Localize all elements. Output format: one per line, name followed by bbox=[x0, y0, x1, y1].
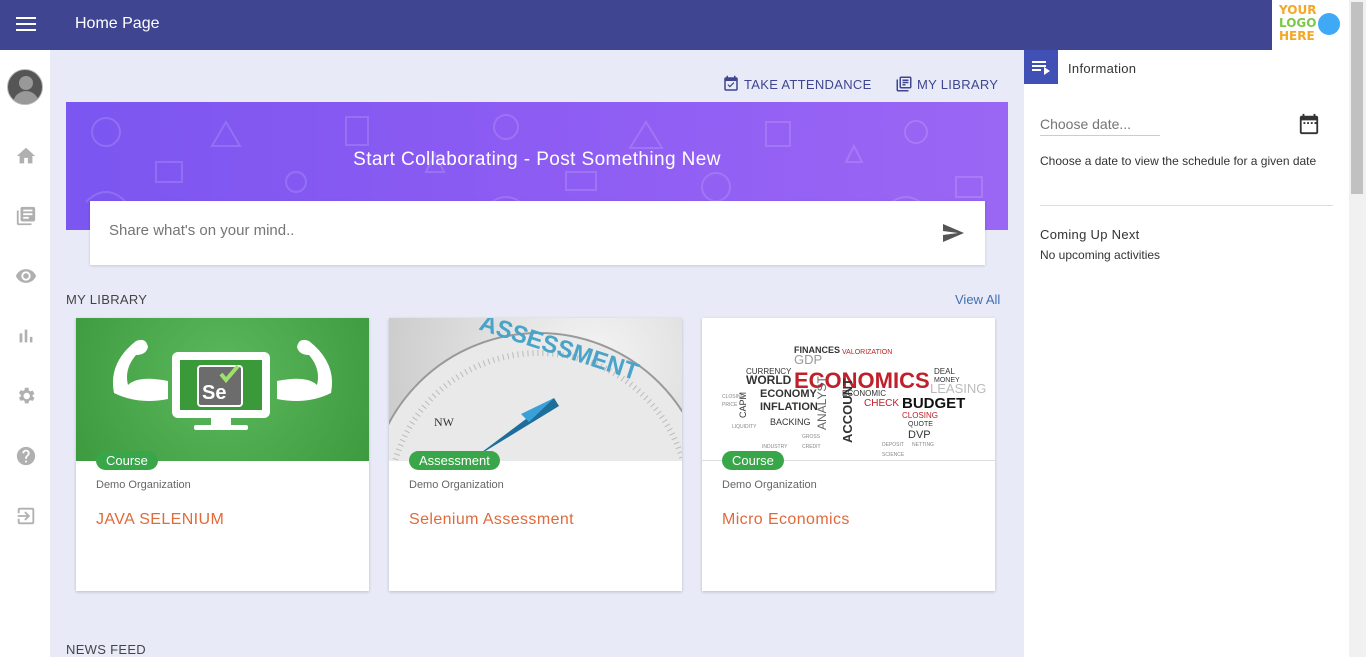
logo-circle-shape bbox=[1318, 13, 1340, 35]
card-title[interactable]: Micro Economics bbox=[722, 511, 850, 529]
banner-title: Start Collaborating - Post Something New bbox=[353, 149, 721, 170]
svg-text:PRICE: PRICE bbox=[722, 402, 738, 408]
library-card[interactable]: Se Course Demo Organization JAVA SELENIU… bbox=[76, 318, 369, 591]
compass-image: ASSESSMENT NW bbox=[389, 318, 682, 461]
svg-text:SCIENCE: SCIENCE bbox=[882, 452, 905, 458]
my-library-label: MY LIBRARY bbox=[917, 76, 999, 92]
card-title[interactable]: JAVA SELENIUM bbox=[96, 511, 224, 529]
my-library-button[interactable]: MY LIBRARY bbox=[895, 74, 998, 94]
date-input[interactable] bbox=[1040, 112, 1160, 136]
playlist-icon bbox=[1032, 61, 1050, 75]
card-organization: Demo Organization bbox=[409, 479, 504, 491]
home-icon[interactable] bbox=[15, 145, 37, 167]
svg-text:LEASING: LEASING bbox=[930, 381, 986, 396]
svg-text:INDUSTRY: INDUSTRY bbox=[762, 444, 788, 450]
svg-text:ACCOUNT: ACCOUNT bbox=[840, 378, 855, 443]
svg-text:LIQUIDITY: LIQUIDITY bbox=[732, 424, 757, 430]
calendar-check-icon bbox=[724, 75, 738, 91]
bar-chart-icon[interactable] bbox=[15, 325, 37, 347]
svg-text:INFLATION: INFLATION bbox=[760, 401, 818, 413]
take-attendance-label: TAKE ATTENDANCE bbox=[744, 76, 872, 92]
selenium-muscle-image: Se bbox=[112, 339, 333, 430]
post-input[interactable] bbox=[109, 222, 909, 239]
svg-text:CHECK: CHECK bbox=[864, 398, 899, 409]
panel-divider bbox=[1040, 205, 1333, 206]
view-all-link[interactable]: View All bbox=[955, 292, 1000, 307]
svg-text:CLOSING: CLOSING bbox=[902, 411, 938, 420]
svg-text:WORLD: WORLD bbox=[746, 373, 792, 387]
information-panel: Information Choose a date to view the sc… bbox=[1024, 50, 1349, 657]
schedule-help-text: Choose a date to view the schedule for a… bbox=[1040, 154, 1317, 168]
svg-text:NETTING: NETTING bbox=[912, 442, 934, 448]
assessment-thumbnail: ASSESSMENT NW bbox=[389, 318, 682, 461]
card-type-badge: Course bbox=[96, 451, 158, 470]
economics-word-cloud: FINANCES GDP VALORIZATION CURRENCY WORLD… bbox=[722, 345, 986, 458]
help-icon[interactable] bbox=[15, 445, 37, 467]
library-section-title: MY LIBRARY bbox=[66, 292, 148, 307]
svg-text:VALORIZATION: VALORIZATION bbox=[842, 349, 892, 356]
take-attendance-button[interactable]: TAKE ATTENDANCE bbox=[722, 74, 872, 94]
menu-icon[interactable] bbox=[14, 14, 38, 36]
svg-text:GROSS: GROSS bbox=[802, 434, 821, 440]
main-content: TAKE ATTENDANCE MY LIBRARY Start Collabo… bbox=[50, 50, 1024, 657]
svg-text:QUOTE: QUOTE bbox=[908, 421, 933, 428]
library-icon[interactable] bbox=[15, 205, 37, 227]
scrollbar-thumb[interactable] bbox=[1351, 2, 1363, 194]
page-scrollbar[interactable] bbox=[1349, 0, 1366, 657]
news-feed-title: NEWS FEED bbox=[66, 642, 146, 657]
card-organization: Demo Organization bbox=[96, 479, 191, 491]
calendar-icon[interactable] bbox=[1298, 113, 1320, 135]
svg-text:DVP: DVP bbox=[908, 429, 931, 441]
gear-icon[interactable] bbox=[15, 385, 37, 407]
svg-text:Se: Se bbox=[202, 382, 226, 404]
top-app-bar: Home Page YOUR LOGO HERE bbox=[0, 0, 1349, 50]
svg-text:CLOSING: CLOSING bbox=[722, 394, 745, 400]
svg-text:BACKING: BACKING bbox=[770, 417, 811, 427]
svg-text:BUDGET: BUDGET bbox=[902, 395, 965, 412]
info-panel-title: Information bbox=[1068, 61, 1137, 76]
card-organization: Demo Organization bbox=[722, 479, 817, 491]
eye-icon[interactable] bbox=[15, 265, 37, 287]
svg-text:NW: NW bbox=[434, 415, 455, 429]
coming-up-empty-text: No upcoming activities bbox=[1040, 248, 1161, 262]
svg-text:GDP: GDP bbox=[794, 352, 822, 367]
svg-text:ECONOMY: ECONOMY bbox=[760, 388, 818, 400]
card-type-badge: Course bbox=[722, 451, 784, 470]
avatar[interactable] bbox=[7, 69, 43, 105]
course-thumbnail: Se bbox=[76, 318, 369, 461]
svg-text:CREDIT: CREDIT bbox=[802, 444, 821, 450]
page-title: Home Page bbox=[75, 15, 160, 32]
library-card[interactable]: ASSESSMENT NW Assessment Demo Organizati… bbox=[389, 318, 682, 591]
economics-thumbnail: FINANCES GDP VALORIZATION CURRENCY WORLD… bbox=[702, 318, 995, 461]
svg-text:DEPOSIT: DEPOSIT bbox=[882, 442, 904, 448]
library-card[interactable]: FINANCES GDP VALORIZATION CURRENCY WORLD… bbox=[702, 318, 995, 591]
post-composer bbox=[90, 201, 985, 265]
brand-logo: YOUR LOGO HERE bbox=[1272, 0, 1349, 50]
svg-text:ANALYST: ANALYST bbox=[815, 376, 829, 430]
sidebar bbox=[0, 50, 50, 657]
card-title[interactable]: Selenium Assessment bbox=[409, 511, 574, 529]
info-tab-button[interactable] bbox=[1024, 50, 1058, 84]
send-icon[interactable] bbox=[940, 221, 966, 245]
card-type-badge: Assessment bbox=[409, 451, 500, 470]
logout-icon[interactable] bbox=[15, 505, 37, 527]
svg-text:DEAL: DEAL bbox=[934, 367, 955, 376]
coming-up-title: Coming Up Next bbox=[1040, 227, 1140, 242]
library-icon bbox=[896, 76, 912, 92]
